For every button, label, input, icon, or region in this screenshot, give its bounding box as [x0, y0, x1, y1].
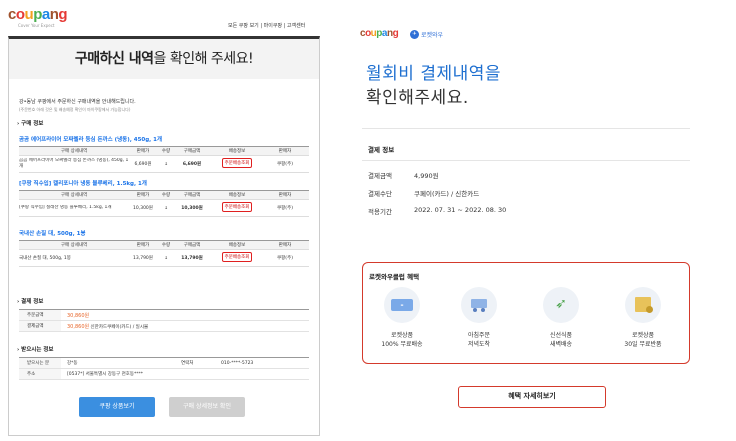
table-row: 곰곰 에어프라이어 모짜렐라 등심 돈까스 (냉동), 450g, 1개 6,69…	[19, 158, 293, 169]
divider	[362, 128, 690, 129]
coupang-logo-small[interactable]: coupang	[360, 28, 399, 39]
product-table-3: 구매 상세내역 판매가 수량 구매금액 배송정보 판매자 국내산 손질 대, 500g, …	[19, 240, 309, 267]
card-icon: ▬	[384, 287, 420, 323]
page-title: 구매하신 내역을 확인해 주세요!	[9, 39, 319, 79]
track-delivery-button[interactable]: 주문배송조회	[221, 202, 253, 212]
benefit-label-4: 로켓상품 30일 무료반품	[624, 332, 662, 348]
product-table-1: 구매 상세내역 판매가 수량 구매금액 배송정보 판매자 곰곰 에어프라이어 모짜렐라 등…	[19, 146, 309, 173]
section-payment: › 결제 정보	[17, 299, 44, 305]
greeting-subtext: (주문번호 아래 것은 및 배송예정 확인이 마이쿠팡에서 가능합니다)	[19, 107, 131, 112]
title-line-2: 확인해주세요.	[366, 88, 469, 108]
title-line-1: 월회비 결제내역을	[366, 64, 502, 84]
benefit-box: 로켓와우클럽 혜택 ▬ 로켓상품 100% 무료배송 아침주문 저녁도착 ➶ 신선식…	[362, 262, 690, 364]
product-name-1[interactable]: 곰곰 에어프라이어 모짜렐라 등심 돈까스 (냉동), 450g, 1개	[19, 135, 162, 143]
top-links[interactable]: 모든 쿠팡 보기 | 마이쿠팡 | 고객센터	[228, 22, 305, 29]
period-label: 적용기간	[368, 208, 392, 216]
product-table-2: 구매 상세내역 판매가 수량 구매금액 배송정보 판매자 [쿠팡 직수입] 칠레산 냉동 …	[19, 190, 309, 217]
table-row: 국내산 손질 대, 500g, 1봉 13,790원 1 13,790원 주문배송조회 쿠…	[19, 250, 309, 266]
product-name-3[interactable]: 국내산 손질 대, 500g, 1봉	[19, 229, 86, 237]
section-payment-title: 결제 정보	[368, 146, 395, 154]
benefit-label-2: 아침주문 저녁도착	[467, 332, 491, 348]
period-value: 2022. 07. 31 ~ 2022. 08. 30	[414, 206, 507, 214]
order-detail-button[interactable]: 구매 상세정보 확인	[169, 397, 245, 417]
recipient-table: 받으시는 분 강*동 연락처 010-****-5723 주소 [0537*] 서울특별…	[19, 357, 309, 380]
benefit-title: 로켓와우클럽 혜택	[369, 273, 420, 281]
divider	[362, 160, 690, 161]
logo-tagline: Cover Your Expect	[18, 23, 55, 28]
rocket-badge-icon: ✈	[410, 30, 419, 39]
product-name-2[interactable]: [쿠팡 직수입] 캘리포니아 냉동 블루베리, 1.5kg, 1개	[19, 179, 147, 187]
track-delivery-button[interactable]: 주문배송조회	[221, 158, 253, 168]
order-email-panel: coupang Cover Your Expect 모든 쿠팡 보기 | 마이쿠…	[0, 0, 330, 441]
coupang-logo[interactable]: coupang	[8, 6, 68, 23]
method-label: 결제수단	[368, 190, 392, 198]
method-value: 쿠페이(카드) / 신한카드	[414, 190, 480, 198]
order-card: 구매하신 내역을 확인해 주세요! 강•동남 쿠팡에서 주문하신 구매내역을 안…	[8, 36, 320, 436]
box-icon	[625, 287, 661, 323]
payment-table: 주문금액 30,860원 결제금액 30,860원 신한카드쿠페이(카드) / 일시…	[19, 309, 309, 332]
truck-icon	[461, 287, 497, 323]
benefit-detail-button[interactable]: 혜택 자세히보기	[458, 386, 606, 408]
section-purchase: › 구매 정보	[17, 121, 44, 127]
view-products-button[interactable]: 쿠팡 상품보기	[79, 397, 155, 417]
membership-email-panel: coupang ✈ 로켓와우 월회비 결제내역을 확인해주세요. 결제 정보 결…	[348, 0, 736, 441]
rocketwow-badge: ✈ 로켓와우	[410, 30, 443, 39]
amount-value: 4,990원	[414, 172, 439, 180]
benefit-label-3: 신선식품 새벽배송	[549, 332, 573, 348]
section-recipient: › 받으시는 정보	[17, 347, 54, 353]
table-row: [쿠팡 직수입] 칠레산 냉동 블루베리, 1.5kg, 1개 10,300원 1 1…	[19, 200, 309, 216]
track-delivery-button[interactable]: 주문배송조회	[221, 252, 253, 262]
amount-label: 결제금액	[368, 172, 392, 180]
benefit-label-1: 로켓상품 100% 무료배송	[381, 332, 423, 348]
rocket-icon: ➶	[543, 287, 579, 323]
greeting-text: 강•동남 쿠팡에서 주문하신 구매내역을 안내해드립니다.	[19, 99, 136, 105]
